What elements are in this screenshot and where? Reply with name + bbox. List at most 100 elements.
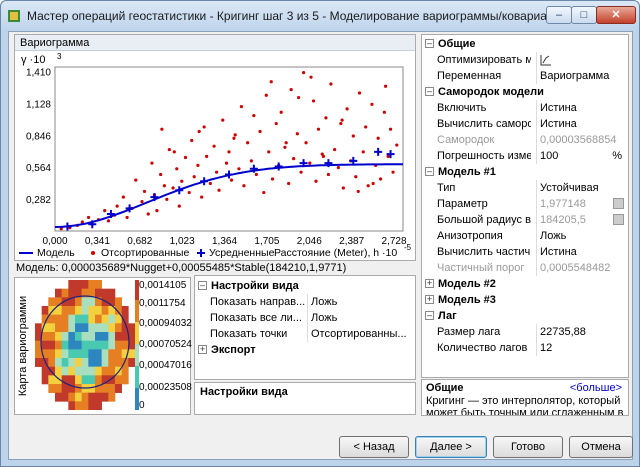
x-tick-label: 2,387 [339,236,364,247]
property-row[interactable]: Анизотропия Ложь [434,228,628,244]
close-button[interactable]: ✕ [596,6,636,24]
category-export[interactable]: + Экспорт [195,342,415,358]
map-cell [75,297,82,307]
property-row[interactable]: Показать все ли... Ложь [207,310,415,326]
sorted-point [165,197,169,201]
variogram-map[interactable] [35,280,135,410]
property-row[interactable]: Тип Устойчивая [434,180,628,196]
property-name: Большой радиус вл... [437,214,531,226]
property-value[interactable]: Ложь [307,310,412,326]
property-row[interactable]: Большой радиус вл...184205,5 [434,212,628,228]
sorted-point [356,189,360,194]
property-row[interactable]: Вычислить частичн... Истина [434,244,628,260]
back-button[interactable]: < Назад [339,436,409,458]
category-model-1[interactable]: – Модель #1 [422,164,628,180]
property-value[interactable]: Отсортированны... [307,326,412,342]
sorted-point [292,157,296,161]
map-cell [88,358,96,367]
title-bar[interactable]: Мастер операций геостатистики - Кригинг … [1,1,639,31]
property-value[interactable]: Истина [536,116,628,132]
map-cell [81,358,89,367]
property-value[interactable]: Вариограмма [536,68,628,84]
property-row[interactable]: Показать направ... Ложь [207,294,415,310]
property-value[interactable]: Истина [536,244,628,260]
expand-icon[interactable]: + [425,295,434,304]
variogram-chart[interactable]: 0,000 0,341 0,682 1,023 1,364 1,705 2,046 2,387… [15,51,415,261]
maximize-button[interactable]: □ [571,6,597,24]
map-cell [35,323,42,333]
map-cell [88,297,96,307]
property-row[interactable]: Погрешность изме... 100% [434,148,628,164]
collapse-icon[interactable]: – [198,281,207,290]
sorted-point [314,179,318,183]
sorted-point [103,209,107,213]
sorted-point [379,177,383,181]
calculator-icon[interactable] [613,198,624,209]
map-cell [88,384,96,393]
optimize-icon[interactable] [540,54,552,66]
map-cell [81,332,89,341]
property-row[interactable]: Показать точки Отсортированны... [207,326,415,342]
map-cell [115,349,122,359]
map-cell [81,306,89,315]
finish-button[interactable]: Готово [493,436,563,458]
category-model-2[interactable]: + Модель #2 [422,276,628,292]
property-value[interactable]: 12 [536,340,628,356]
property-name: Самородок [437,134,495,146]
next-button[interactable]: Далее > [415,436,487,458]
more-link[interactable]: <больше> [570,382,622,394]
sorted-point [180,179,184,183]
map-cell [61,358,69,367]
map-cell [81,349,89,359]
map-cell [95,375,102,385]
cancel-button[interactable]: Отмена [569,436,633,458]
category-model-3[interactable]: + Модель #3 [422,292,628,308]
collapse-icon[interactable]: – [425,311,434,320]
minimize-button[interactable]: – [546,6,572,24]
expand-icon[interactable]: + [198,345,207,354]
property-row[interactable]: Вычислить саморо... Истина [434,116,628,132]
map-cell [101,358,109,367]
property-name: Показать точки [210,328,288,340]
property-value[interactable]: Ложь [536,228,628,244]
calculator-icon[interactable] [613,214,624,225]
map-cell [61,392,69,402]
measurement-error-value[interactable]: 100 [540,150,558,162]
property-value[interactable]: Истина [536,100,628,116]
sorted-point [311,99,316,103]
property-row[interactable]: Включить Истина [434,100,628,116]
map-cell [108,288,116,298]
category-nugget[interactable]: – Самородок модели [422,84,628,100]
x-tick-label: 0,000 [42,236,67,247]
category-view-settings[interactable]: – Настройки вида [195,278,415,294]
property-value[interactable]: 100% [536,148,628,164]
property-name: Количество лагов [437,342,528,354]
collapse-icon[interactable]: – [425,39,434,48]
sorted-point [86,215,91,220]
map-cell [75,332,82,341]
map-cell [68,280,76,289]
expand-icon[interactable]: + [425,279,434,288]
sorted-point [321,154,326,158]
property-row[interactable]: Параметр 1,977148 [434,196,628,212]
map-cell [75,401,82,410]
map-cell [128,323,135,333]
sorted-point [229,178,234,182]
property-row[interactable]: Оптимизировать м... [434,52,628,68]
collapse-icon[interactable]: – [425,87,434,96]
map-cell [121,306,129,315]
category-lag[interactable]: – Лаг [422,308,628,324]
property-value[interactable]: 22735,88 [536,324,628,340]
property-row[interactable]: Переменная Вариограмма [434,68,628,84]
category-general[interactable]: – Общие [422,36,628,52]
property-value[interactable]: Ложь [307,294,412,310]
property-value[interactable]: Устойчивая [536,180,628,196]
collapse-icon[interactable]: – [425,167,434,176]
property-value[interactable] [536,52,628,68]
map-cell [88,280,96,289]
property-row[interactable]: Размер лага 22735,88 [434,324,628,340]
map-cell [128,358,135,367]
map-cell [81,323,89,333]
map-cell [108,323,116,333]
property-row[interactable]: Количество лагов 12 [434,340,628,356]
